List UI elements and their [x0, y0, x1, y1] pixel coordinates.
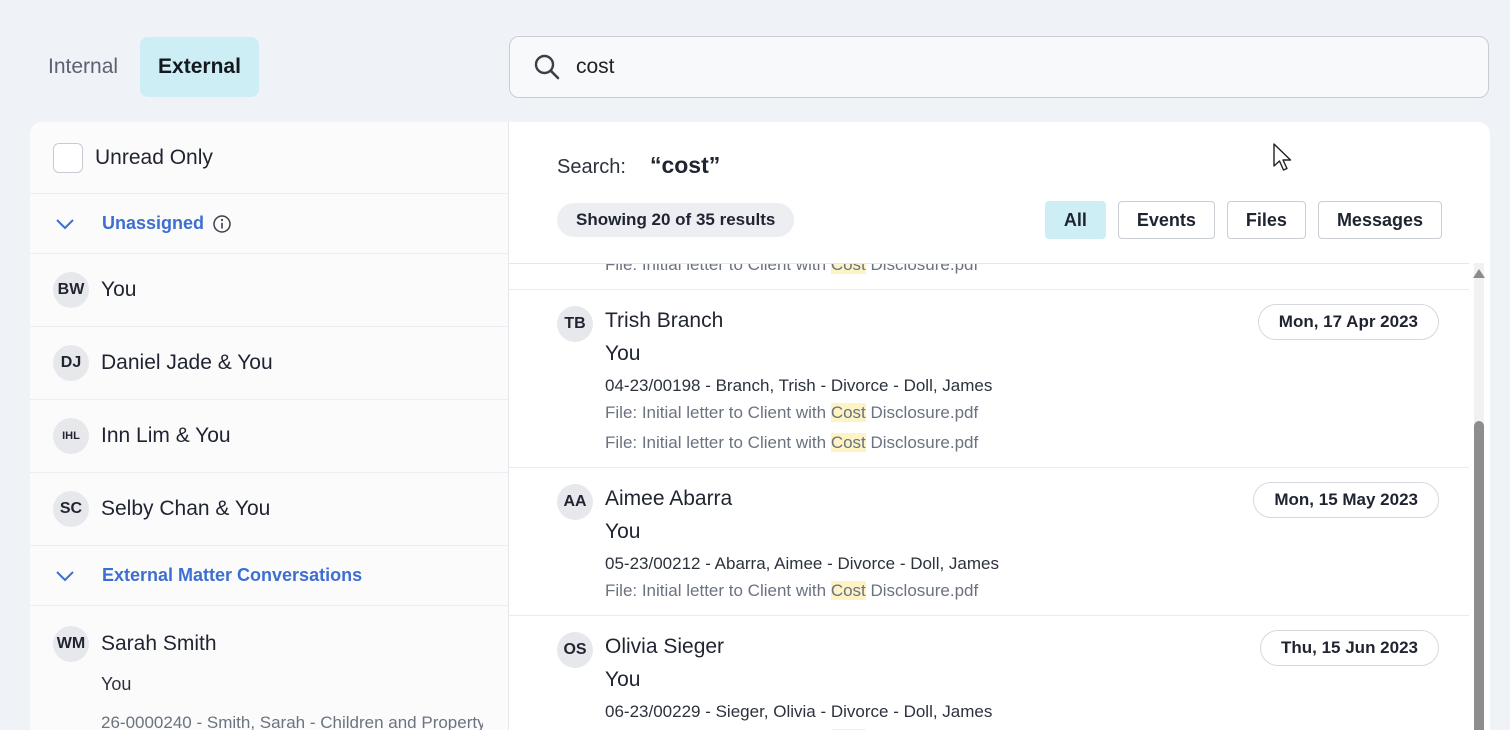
results-list: File: Initial letter to Client with Cost… [509, 263, 1469, 730]
result-file[interactable]: File: Initial letter to Client with Cost… [605, 403, 978, 423]
unread-only-filter[interactable]: Unread Only [30, 122, 508, 194]
conversation-item[interactable]: DJ Daniel Jade & You [30, 327, 508, 400]
avatar: DJ [53, 345, 89, 381]
result-participant: You [605, 342, 641, 365]
conversation-participant: You [101, 674, 132, 694]
conversation-item[interactable]: BW You [30, 254, 508, 327]
scroll-up-arrow-icon[interactable] [1473, 269, 1485, 278]
conversation-name: Inn Lim & You [101, 424, 231, 447]
result-item[interactable]: File: Initial letter to Client with Cost… [509, 264, 1469, 290]
search-input[interactable] [576, 55, 1456, 79]
conversation-type-tabs: Internal External [30, 37, 259, 97]
unread-only-checkbox[interactable] [53, 142, 83, 173]
avatar: AA [557, 484, 593, 520]
result-matter: 05-23/00212 - Abarra, Aimee - Divorce - … [605, 554, 1000, 573]
tab-external[interactable]: External [140, 37, 259, 97]
search-heading: Search: “cost” [557, 152, 720, 179]
result-item[interactable]: OS Olivia Sieger You 06-23/00229 - Siege… [509, 616, 1469, 730]
filter-messages-button[interactable]: Messages [1317, 201, 1442, 239]
conversation-matter: 26-0000240 - Smith, Sarah - Children and… [101, 713, 483, 730]
result-date-badge: Mon, 17 Apr 2023 [1257, 304, 1439, 340]
conversation-name: Sarah Smith [101, 632, 217, 655]
conversation-item[interactable]: IHL Inn Lim & You [30, 400, 508, 473]
chevron-down-icon[interactable] [54, 569, 76, 583]
result-name: Trish Branch [605, 309, 724, 332]
unread-only-label: Unread Only [95, 145, 213, 169]
result-date-badge: Mon, 15 May 2023 [1253, 482, 1439, 518]
avatar: WM [53, 626, 89, 662]
search-icon [534, 54, 560, 80]
search-label: Search: [557, 156, 626, 178]
conversation-name: You [101, 278, 137, 301]
result-participant: You [605, 520, 641, 543]
result-date-badge: Thu, 15 Jun 2023 [1260, 630, 1439, 666]
result-item[interactable]: TB Trish Branch You 04-23/00198 - Branch… [509, 290, 1469, 468]
conversation-name: Selby Chan & You [101, 497, 271, 520]
result-file[interactable]: File: Initial letter to Client with Cost… [605, 264, 978, 275]
result-matter: 06-23/00229 - Sieger, Olivia - Divorce -… [605, 702, 993, 721]
scrollbar-thumb[interactable] [1474, 421, 1484, 730]
avatar: TB [557, 306, 593, 342]
filter-events-button[interactable]: Events [1117, 201, 1215, 239]
avatar: OS [557, 632, 593, 668]
avatar: BW [53, 272, 89, 308]
avatar: IHL [53, 418, 89, 454]
result-type-filters: All Events Files Messages [1044, 201, 1442, 239]
tab-internal[interactable]: Internal [30, 37, 136, 97]
matter-conversation-item[interactable]: WM Sarah Smith You 26-0000240 - Smith, S… [30, 606, 508, 730]
group-external-matter-conversations[interactable]: External Matter Conversations [30, 546, 508, 606]
results-count-badge: Showing 20 of 35 results [557, 203, 795, 237]
avatar: SC [53, 491, 89, 527]
result-file[interactable]: File: Initial letter to Client with Cost… [605, 581, 978, 601]
search-term: “cost” [649, 152, 721, 178]
result-file[interactable]: File: Initial letter to Client with Cost… [605, 433, 978, 453]
search-results-panel: Search: “cost” Showing 20 of 35 results … [509, 122, 1490, 730]
result-name: Aimee Abarra [605, 487, 733, 510]
result-name: Olivia Sieger [605, 635, 725, 658]
conversation-list: Unread Only Unassigned BW You DJ Daniel … [30, 122, 509, 730]
group-label: Unassigned [102, 213, 205, 233]
results-scrollbar[interactable] [1473, 263, 1485, 730]
result-item[interactable]: AA Aimee Abarra You 05-23/00212 - Abarra… [509, 468, 1469, 616]
conversation-item[interactable]: SC Selby Chan & You [30, 473, 508, 546]
group-label: External Matter Conversations [102, 565, 363, 585]
search-box[interactable] [509, 36, 1489, 98]
result-matter: 04-23/00198 - Branch, Trish - Divorce - … [605, 376, 993, 395]
filter-all-button[interactable]: All [1044, 201, 1106, 239]
info-icon[interactable] [212, 214, 232, 234]
filter-files-button[interactable]: Files [1226, 201, 1306, 239]
mouse-pointer-icon [1273, 143, 1292, 171]
result-participant: You [605, 668, 641, 691]
chevron-down-icon[interactable] [54, 217, 76, 231]
main-panel: Unread Only Unassigned BW You DJ Daniel … [30, 122, 1490, 730]
conversation-name: Daniel Jade & You [101, 351, 273, 374]
group-unassigned[interactable]: Unassigned [30, 194, 508, 254]
